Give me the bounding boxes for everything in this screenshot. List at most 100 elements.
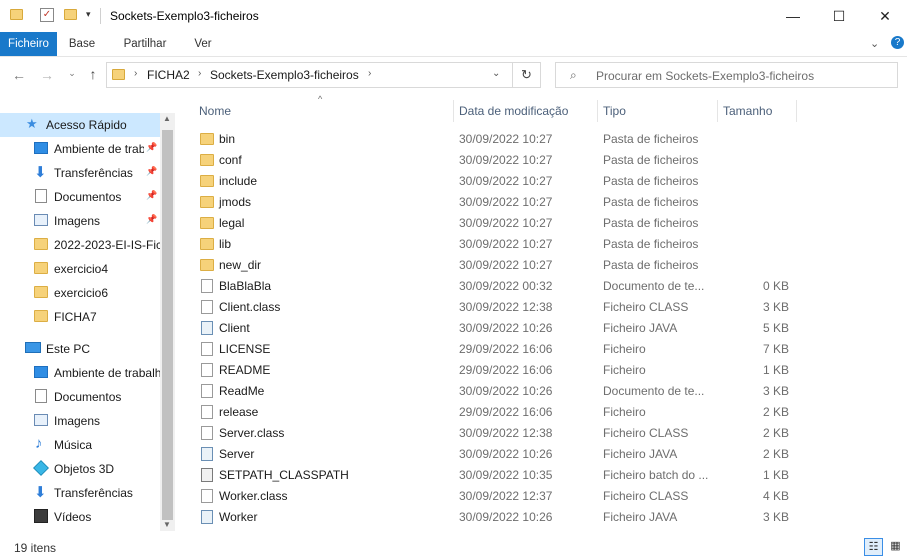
column-divider[interactable] <box>717 100 718 122</box>
nav-item-downloads[interactable]: ⬇ Transferências <box>0 481 160 505</box>
minimize-button[interactable]: — <box>770 0 816 32</box>
music-icon: ♪ <box>35 435 43 452</box>
nav-item-downloads[interactable]: ⬇ Transferências 📌 <box>0 161 160 185</box>
file-row[interactable]: Client 30/09/2022 10:26 Ficheiro JAVA 5 KB <box>190 318 802 339</box>
properties-icon[interactable]: ✓ <box>40 8 54 22</box>
address-dropdown-icon[interactable]: ⌄ <box>492 68 500 79</box>
recent-locations-icon[interactable]: ⌄ <box>63 68 81 79</box>
up-icon[interactable]: ↑ <box>84 66 102 82</box>
large-icons-view-icon[interactable]: ▦ <box>886 538 905 556</box>
forward-icon[interactable]: → <box>38 67 56 83</box>
status-item-count: 19 itens <box>14 541 57 555</box>
expand-ribbon-icon[interactable]: ⌄ <box>870 37 879 50</box>
nav-item-desktop[interactable]: Ambiente de trab 📌 <box>0 137 160 161</box>
nav-item-folder[interactable]: 2022-2023-EI-IS-Fich <box>0 233 160 257</box>
file-row[interactable]: jmods 30/09/2022 10:27 Pasta de ficheiros <box>190 192 802 213</box>
nav-item-videos[interactable]: Vídeos <box>0 505 160 529</box>
file-size: 2 KB <box>762 426 789 440</box>
file-icon <box>201 489 213 503</box>
file-name: lib <box>219 237 232 251</box>
nav-item-documents[interactable]: Documentos <box>0 385 160 409</box>
nav-item-folder[interactable]: exercicio4 <box>0 257 160 281</box>
folder-icon <box>200 238 214 250</box>
file-row[interactable]: lib 30/09/2022 10:27 Pasta de ficheiros <box>190 234 802 255</box>
maximize-button[interactable]: ☐ <box>816 0 862 32</box>
folder-icon <box>34 286 48 298</box>
nav-item-este-pc[interactable]: Este PC <box>0 337 160 361</box>
refresh-button[interactable]: ↻ <box>513 62 541 88</box>
chevron-right-icon[interactable]: › <box>198 68 201 79</box>
file-name: Server.class <box>219 426 285 440</box>
column-header-name[interactable]: Nome <box>199 98 231 124</box>
file-row[interactable]: BlaBlaBla 30/09/2022 00:32 Documento de te… <box>190 276 802 297</box>
column-divider[interactable] <box>796 100 797 122</box>
details-view-icon[interactable]: ☷ <box>864 538 883 556</box>
file-date: 30/09/2022 10:27 <box>459 258 553 272</box>
new-folder-icon[interactable] <box>64 9 77 20</box>
file-row[interactable]: legal 30/09/2022 10:27 Pasta de ficheiros <box>190 213 802 234</box>
nav-item-3d-objects[interactable]: Objetos 3D <box>0 457 160 481</box>
file-row[interactable]: SETPATH_CLASSPATH 30/09/2022 10:35 Ficheir… <box>190 465 802 486</box>
nav-item-pictures[interactable]: Imagens <box>0 409 160 433</box>
file-row[interactable]: include 30/09/2022 10:27 Pasta de ficheiro… <box>190 171 802 192</box>
tab-ver[interactable]: Ver <box>188 32 218 56</box>
nav-item-acesso-rapido[interactable]: ★ Acesso Rápido <box>0 113 160 137</box>
close-button[interactable]: ✕ <box>862 0 907 32</box>
file-icon <box>201 384 213 398</box>
file-type: Ficheiro CLASS <box>603 489 689 503</box>
help-icon[interactable]: ? <box>891 36 904 49</box>
folder-icon <box>34 262 48 274</box>
chevron-right-icon[interactable]: › <box>368 68 371 79</box>
nav-item-music[interactable]: ♪ Música <box>0 433 160 457</box>
nav-item-folder[interactable]: FICHA7 <box>0 305 160 329</box>
file-date: 30/09/2022 10:26 <box>459 384 553 398</box>
nav-item-pictures[interactable]: Imagens 📌 <box>0 209 160 233</box>
file-row[interactable]: bin 30/09/2022 10:27 Pasta de ficheiros <box>190 129 802 150</box>
pin-icon: 📌 <box>146 190 158 200</box>
title-bar: ✓ ▾ Sockets-Exemplo3-ficheiros — ☐ ✕ <box>0 0 907 32</box>
file-row[interactable]: Client.class 30/09/2022 12:38 Ficheiro CLA… <box>190 297 802 318</box>
file-row[interactable]: Worker 30/09/2022 10:26 Ficheiro JAVA 3 KB <box>190 507 802 528</box>
download-icon: ⬇ <box>34 484 47 501</box>
file-row[interactable]: ReadMe 30/09/2022 10:26 Documento de te...… <box>190 381 802 402</box>
file-icon <box>201 426 213 440</box>
file-type: Ficheiro <box>603 363 646 377</box>
chevron-right-icon[interactable]: › <box>134 68 137 79</box>
nav-scrollbar-thumb[interactable] <box>162 130 173 520</box>
scroll-down-icon[interactable]: ▼ <box>163 520 171 529</box>
file-size: 5 KB <box>762 321 789 335</box>
file-row[interactable]: Worker.class 30/09/2022 12:37 Ficheiro CLA… <box>190 486 802 507</box>
breadcrumb-ficha2[interactable]: FICHA2 <box>147 68 190 82</box>
pin-icon: 📌 <box>146 142 158 152</box>
java-file-icon <box>201 321 213 335</box>
file-row[interactable]: LICENSE 29/09/2022 16:06 Ficheiro 7 KB <box>190 339 802 360</box>
file-row[interactable]: new_dir 30/09/2022 10:27 Pasta de ficheiro… <box>190 255 802 276</box>
file-type: Ficheiro batch do ... <box>603 468 709 482</box>
column-header-type[interactable]: Tipo <box>603 98 626 124</box>
file-icon <box>201 300 213 314</box>
back-icon[interactable]: ← <box>10 67 28 83</box>
file-name: Client.class <box>219 300 281 314</box>
nav-item-documents[interactable]: Documentos 📌 <box>0 185 160 209</box>
column-divider[interactable] <box>453 100 454 122</box>
batch-file-icon <box>201 468 213 482</box>
file-row[interactable]: Server 30/09/2022 10:26 Ficheiro JAVA 2 KB <box>190 444 802 465</box>
file-date: 29/09/2022 16:06 <box>459 363 553 377</box>
file-row[interactable]: release 29/09/2022 16:06 Ficheiro 2 KB <box>190 402 802 423</box>
column-header-size[interactable]: Tamanho <box>723 98 772 124</box>
nav-item-folder[interactable]: exercicio6 <box>0 281 160 305</box>
tab-partilhar[interactable]: Partilhar <box>114 32 176 56</box>
breadcrumb-current[interactable]: Sockets-Exemplo3-ficheiros <box>210 68 359 82</box>
tab-base[interactable]: Base <box>62 32 102 56</box>
file-row[interactable]: conf 30/09/2022 10:27 Pasta de ficheiros <box>190 150 802 171</box>
file-icon <box>201 363 213 377</box>
column-divider[interactable] <box>597 100 598 122</box>
scroll-up-icon[interactable]: ▲ <box>163 114 171 123</box>
nav-item-desktop[interactable]: Ambiente de trabalh <box>0 361 160 385</box>
column-header-date[interactable]: Data de modificação <box>459 98 568 124</box>
file-row[interactable]: README 29/09/2022 16:06 Ficheiro 1 KB <box>190 360 802 381</box>
customize-toolbar-icon[interactable]: ▾ <box>86 9 91 20</box>
file-type: Documento de te... <box>603 384 705 398</box>
file-row[interactable]: Server.class 30/09/2022 12:38 Ficheiro CLA… <box>190 423 802 444</box>
tab-ficheiro[interactable]: Ficheiro <box>0 32 57 56</box>
